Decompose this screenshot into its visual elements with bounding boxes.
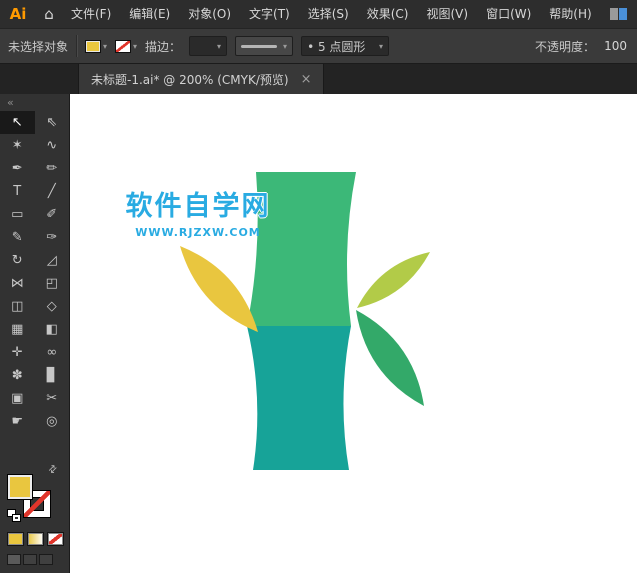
tool-direct-selection[interactable]: ⇖ (35, 111, 70, 134)
none-mode-button[interactable] (47, 532, 64, 546)
menu-item[interactable]: 效果(C) (358, 0, 418, 28)
default-fill-stroke-icon[interactable] (7, 509, 21, 522)
home-icon[interactable]: ⌂ (36, 5, 62, 23)
tool-perspective-grid[interactable]: ◇ (35, 295, 70, 318)
tool-mesh[interactable]: ▦ (0, 318, 35, 341)
bamboo-trunk-top-shape[interactable] (247, 172, 356, 326)
bamboo-artwork (180, 172, 430, 470)
fill-color-picker[interactable]: ▾ (85, 39, 108, 53)
tool-width[interactable]: ⋈ (0, 272, 35, 295)
tool-eyedropper[interactable]: ✛ (0, 341, 35, 364)
opacity-label: 不透明度： (534, 39, 595, 54)
fill-swatch[interactable] (85, 39, 102, 53)
leaf-right-top-shape[interactable] (357, 252, 430, 308)
main-area: « ↖ ⇖ ✶ ∿ ✒ ✏ T ╱ ▭ ✐ ✎ ✑ ↻ ◿ ⋈ ◰ ◫ ◇ ▦ ◧ ✛ ∞ ✽ ▊ ▣ ✂ ☛ ◎ ⇄ (0, 94, 637, 573)
tool-selection[interactable]: ↖ (0, 111, 35, 134)
menu-item[interactable]: 文字(T) (240, 0, 299, 28)
control-bar: 未选择对象 ▾ ▾ 描边： ▾ ▾ • 5 点圆形 ▾ 不透明度： 100 (0, 28, 637, 64)
app-logo[interactable]: Ai (0, 5, 36, 23)
stroke-weight-select[interactable]: ▾ (189, 36, 228, 56)
color-mode-button[interactable] (7, 532, 24, 546)
menu-item[interactable]: 选择(S) (299, 0, 358, 28)
toolbar-bottom: ⇄ (0, 463, 69, 573)
tool-artboard[interactable]: ▣ (0, 387, 35, 410)
tool-panel: « ↖ ⇖ ✶ ∿ ✒ ✏ T ╱ ▭ ✐ ✎ ✑ ↻ ◿ ⋈ ◰ ◫ ◇ ▦ ◧ ✛ ∞ ✽ ▊ ▣ ✂ ☛ ◎ ⇄ (0, 94, 70, 573)
menubar: Ai ⌂ 文件(F) 编辑(E) 对象(O) 文字(T) 选择(S) 效果(C) 视图(V)… (0, 0, 637, 28)
color-mode-buttons (7, 532, 69, 546)
stroke-label: 描边： (145, 39, 182, 54)
toolbar-collapse-icon[interactable]: « (0, 94, 69, 111)
tool-free-transform[interactable]: ◰ (35, 272, 70, 295)
menu-item[interactable]: 视图(V) (417, 0, 477, 28)
leaf-left-shape[interactable] (180, 246, 258, 332)
tool-slice[interactable]: ✂ (35, 387, 70, 410)
swap-fill-stroke-icon[interactable]: ⇄ (46, 463, 60, 477)
stroke-none-swatch[interactable] (115, 39, 132, 53)
gradient-mode-button[interactable] (27, 532, 44, 546)
document-tab[interactable]: 未标题-1.ai* @ 200% (CMYK/预览) × (78, 64, 325, 94)
tool-type[interactable]: T (0, 180, 35, 203)
leaf-right-bottom-shape[interactable] (356, 310, 424, 406)
width-profile-preview (241, 44, 278, 48)
bamboo-trunk-bottom-shape[interactable] (247, 326, 351, 470)
tool-magic-wand[interactable]: ✶ (0, 134, 35, 157)
stroke-color-picker[interactable]: ▾ (115, 39, 138, 53)
chevron-down-icon: ▾ (103, 41, 108, 51)
width-profile-select[interactable]: ▾ (235, 36, 294, 56)
tool-blend[interactable]: ∞ (35, 341, 70, 364)
brush-definition-select[interactable]: • 5 点圆形 ▾ (301, 36, 390, 56)
document-tab-bar: 未标题-1.ai* @ 200% (CMYK/预览) × (0, 64, 637, 94)
tool-pen[interactable]: ✒ (0, 157, 35, 180)
tools-grid: ↖ ⇖ ✶ ∿ ✒ ✏ T ╱ ▭ ✐ ✎ ✑ ↻ ◿ ⋈ ◰ ◫ ◇ ▦ ◧ ✛ ∞ ✽ ▊ ▣ ✂ ☛ ◎ (0, 111, 69, 433)
draw-normal-button[interactable] (7, 554, 21, 565)
tool-hand[interactable]: ☛ (0, 410, 35, 433)
chevron-down-icon: ▾ (283, 41, 288, 51)
tool-shaper[interactable]: ✎ (0, 226, 35, 249)
menu-item[interactable]: 编辑(E) (120, 0, 179, 28)
document-tab-label: 未标题-1.ai* @ 200% (CMYK/预览) (91, 72, 289, 87)
tool-line-segment[interactable]: ╱ (35, 180, 70, 203)
menu: 文件(F) 编辑(E) 对象(O) 文字(T) 选择(S) 效果(C) 视图(V) 窗口(W)… (62, 0, 601, 28)
chevron-down-icon: ▾ (133, 41, 138, 51)
draw-inside-button[interactable] (39, 554, 53, 565)
tool-pencil[interactable]: ✑ (35, 226, 70, 249)
draw-mode-buttons (7, 554, 69, 565)
tool-scale[interactable]: ◿ (35, 249, 70, 272)
tool-symbol-sprayer[interactable]: ✽ (0, 364, 35, 387)
workspace-layout-icon[interactable] (610, 8, 627, 20)
tab-close-icon[interactable]: × (301, 73, 312, 86)
illustrator-app: Ai ⌂ 文件(F) 编辑(E) 对象(O) 文字(T) 选择(S) 效果(C) 视图(V)… (0, 0, 637, 573)
chevron-down-icon: ▾ (217, 41, 222, 51)
tool-gradient[interactable]: ◧ (35, 318, 70, 341)
tool-zoom[interactable]: ◎ (35, 410, 70, 433)
draw-behind-button[interactable] (23, 554, 37, 565)
tool-curvature[interactable]: ✏ (35, 157, 70, 180)
tool-rotate[interactable]: ↻ (0, 249, 35, 272)
menu-item[interactable]: 文件(F) (62, 0, 120, 28)
menu-item[interactable]: 对象(O) (179, 0, 240, 28)
tool-rectangle[interactable]: ▭ (0, 203, 35, 226)
fill-indicator[interactable] (7, 474, 33, 500)
separator (76, 35, 78, 57)
tool-paintbrush[interactable]: ✐ (35, 203, 70, 226)
menu-item[interactable]: 窗口(W) (477, 0, 540, 28)
tool-lasso[interactable]: ∿ (35, 134, 70, 157)
brush-definition-value: • 5 点圆形 (307, 39, 366, 54)
tool-shape-builder[interactable]: ◫ (0, 295, 35, 318)
opacity-input[interactable]: 100 (603, 39, 629, 53)
fill-stroke-widget: ⇄ (7, 463, 61, 522)
canvas[interactable]: 软件自学网 WWW.RJZXW.COM (70, 94, 637, 573)
no-selection-label: 未选择对象 (8, 39, 69, 54)
menu-item[interactable]: 帮助(H) (540, 0, 600, 28)
menubar-right (610, 8, 637, 20)
tool-column-graph[interactable]: ▊ (35, 364, 70, 387)
chevron-down-icon: ▾ (379, 41, 384, 51)
